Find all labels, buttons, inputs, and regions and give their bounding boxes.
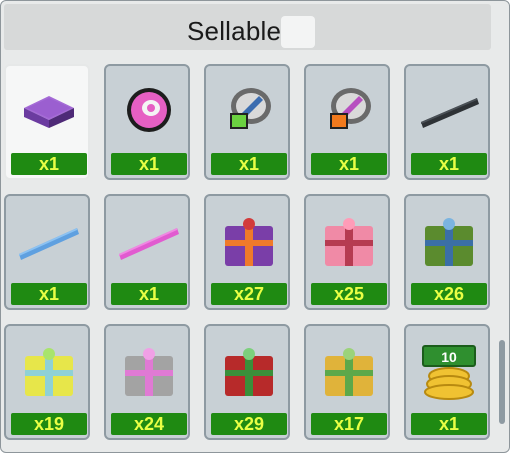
red-gift-icon	[225, 348, 273, 396]
item-count: x1	[411, 153, 487, 175]
item-count: x19	[11, 413, 87, 435]
gold-gift-icon	[325, 348, 373, 396]
panel-title: Sellable	[187, 16, 282, 46]
item-count: x25	[311, 283, 387, 305]
item-tile[interactable]: x25	[304, 194, 390, 310]
header-bar: Sellable	[4, 4, 491, 50]
pink-disc-icon	[127, 88, 171, 132]
item-count: x24	[111, 413, 187, 435]
item-tile[interactable]: x1	[404, 64, 490, 180]
dark-bar-icon	[421, 98, 479, 128]
ten-coin-stack-icon: 10	[422, 345, 476, 400]
item-tile[interactable]: x1	[4, 194, 90, 310]
item-count: x1	[311, 153, 387, 175]
item-grid: x1 x1 x1 x1 x1 x1 x1 x27 x25 x26 x19 x24…	[4, 64, 494, 451]
pink-gift-icon	[325, 218, 373, 266]
green-feather-badge-icon	[230, 88, 271, 129]
purple-gift-icon	[225, 218, 273, 266]
item-count: x29	[211, 413, 287, 435]
item-count: x26	[411, 283, 487, 305]
item-tile[interactable]: x24	[104, 324, 190, 440]
green-gift-icon	[425, 218, 473, 266]
inventory-panel: Sellable x1 x1 x1 x1 x1 x1 x1 x27 x25 x2…	[0, 0, 510, 453]
orange-feather-badge-icon	[330, 88, 371, 129]
blue-bar-icon	[19, 228, 79, 260]
sellable-toggle[interactable]	[281, 16, 315, 48]
item-tile[interactable]: x17	[304, 324, 390, 440]
item-tile[interactable]: x1	[204, 64, 290, 180]
item-count: x17	[311, 413, 387, 435]
item-tile[interactable]: 10 x1	[404, 324, 490, 440]
pink-bar-icon	[119, 228, 179, 260]
yellow-gift-icon	[25, 348, 73, 396]
item-tile[interactable]: x1	[4, 64, 90, 180]
item-count: x1	[211, 153, 287, 175]
item-tile[interactable]: x1	[304, 64, 390, 180]
item-tile[interactable]: x26	[404, 194, 490, 310]
scroll-thumb[interactable]	[499, 340, 505, 424]
item-count: x1	[11, 153, 87, 175]
item-count: x1	[111, 283, 187, 305]
scrollbar[interactable]	[497, 64, 507, 452]
coin-stack-label: 10	[441, 349, 457, 365]
item-count: x1	[411, 413, 487, 435]
item-tile[interactable]: x29	[204, 324, 290, 440]
purple-cushion-icon	[24, 96, 74, 128]
item-count: x1	[11, 283, 87, 305]
item-tile[interactable]: x19	[4, 324, 90, 440]
item-tile[interactable]: x1	[104, 194, 190, 310]
item-tile[interactable]: x1	[104, 64, 190, 180]
item-count: x27	[211, 283, 287, 305]
item-count: x1	[111, 153, 187, 175]
grey-gift-icon	[125, 348, 173, 396]
item-tile[interactable]: x27	[204, 194, 290, 310]
